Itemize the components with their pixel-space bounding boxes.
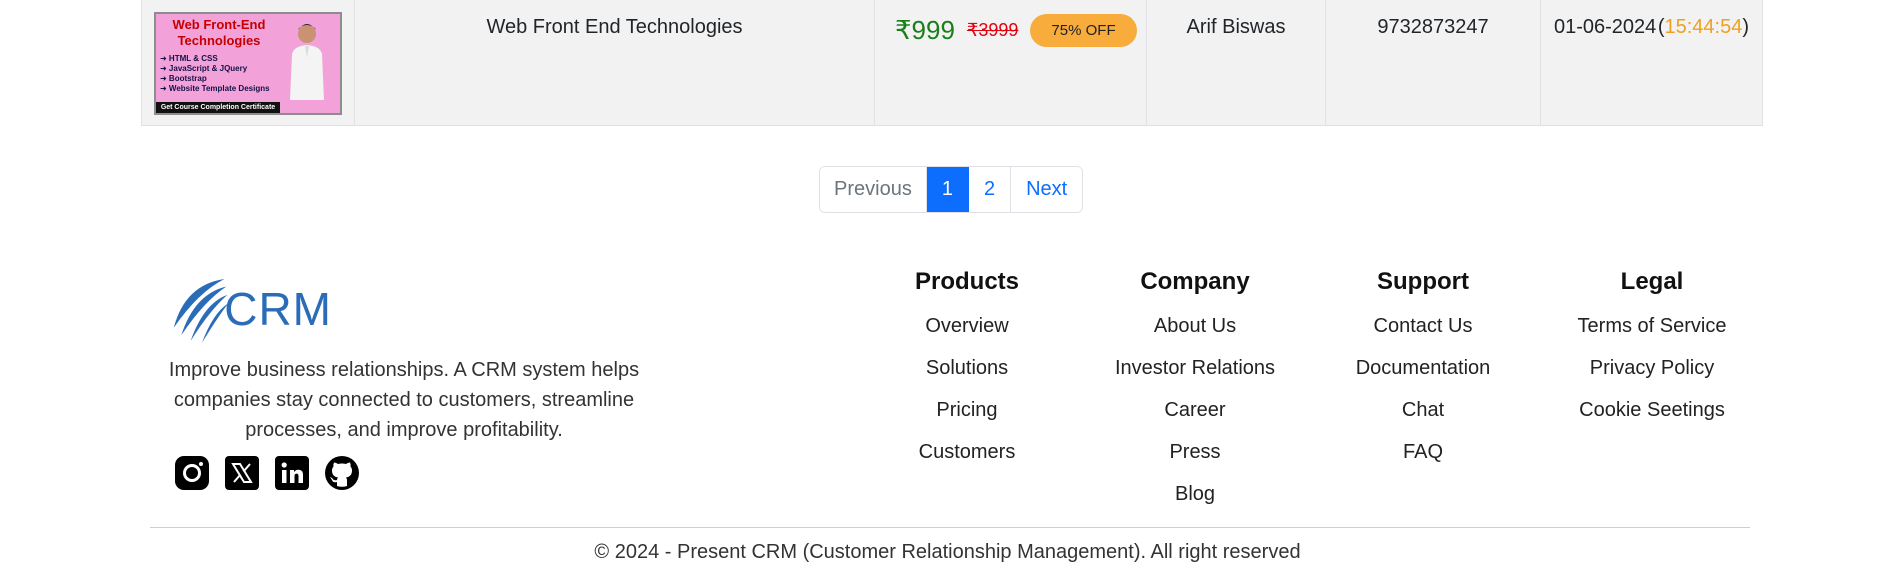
page-2-button[interactable]: 2 xyxy=(968,167,1012,212)
footer-link-contact-us[interactable]: Contact Us xyxy=(1308,305,1538,347)
thumbnail-topic: ➜ Bootstrap xyxy=(160,74,207,83)
customer-name: Arif Biswas xyxy=(1147,0,1326,125)
footer-link-customers[interactable]: Customers xyxy=(852,431,1082,473)
time-open-paren: ( xyxy=(1657,16,1665,38)
instructor-photo xyxy=(290,24,324,100)
thumbnail-topic: ➜ HTML & CSS xyxy=(160,54,218,63)
footer-heading: Products xyxy=(914,268,1019,295)
footer-link-terms-of-service[interactable]: Terms of Service xyxy=(1537,305,1767,347)
footer-link-overview[interactable]: Overview xyxy=(852,305,1082,347)
order-datetime: 01-06-2024 (15:44:54) xyxy=(1541,0,1762,125)
original-price: ₹3999 xyxy=(966,20,1019,40)
social-links xyxy=(174,455,360,491)
logo-text: CRM xyxy=(224,283,332,335)
footer-about-text: Improve business relationships. A CRM sy… xyxy=(168,359,640,441)
order-time: 15:44:54 xyxy=(1664,16,1743,38)
thumbnail-topic: ➜ JavaScript & JQuery xyxy=(160,64,248,73)
thumbnail-topic-list: ➜ HTML & CSS ➜ JavaScript & JQuery ➜ Boo… xyxy=(160,54,270,94)
next-page-button[interactable]: Next xyxy=(1011,167,1083,212)
footer-link-career[interactable]: Career xyxy=(1080,389,1310,431)
copyright-text: © 2024 - Present CRM (Customer Relations… xyxy=(594,541,1301,563)
footer-brand: CRM xyxy=(170,272,332,346)
thumbnail-cell: Web Front-End Technologies ➜ HTML & CSS … xyxy=(142,0,355,125)
footer-link-blog[interactable]: Blog xyxy=(1080,473,1310,515)
thumbnail-topic: ➜ Website Template Designs xyxy=(160,84,270,93)
footer-link-press[interactable]: Press xyxy=(1080,431,1310,473)
footer-column-legal: Legal Terms of Service Privacy Policy Co… xyxy=(1537,267,1767,431)
github-icon[interactable] xyxy=(324,455,360,491)
course-thumbnail: Web Front-End Technologies ➜ HTML & CSS … xyxy=(154,12,342,115)
crm-logo[interactable]: CRM xyxy=(170,272,332,346)
footer-link-cookie-settings[interactable]: Cookie Seetings xyxy=(1537,389,1767,431)
footer-link-about-us[interactable]: About Us xyxy=(1080,305,1310,347)
linkedin-icon[interactable] xyxy=(274,455,310,491)
price-cell: ₹999 ₹3999 75% OFF xyxy=(875,0,1147,125)
previous-page-button[interactable]: Previous xyxy=(820,167,927,212)
customer-phone: 9732873247 xyxy=(1326,0,1541,125)
page-1-button[interactable]: 1 xyxy=(926,167,969,212)
footer-link-privacy-policy[interactable]: Privacy Policy xyxy=(1537,347,1767,389)
thumbnail-title: Web Front-End Technologies xyxy=(172,17,266,48)
footer-column-support: Support Contact Us Documentation Chat FA… xyxy=(1308,267,1538,473)
order-date: 01-06-2024 xyxy=(1553,16,1657,38)
time-close-paren: ) xyxy=(1742,16,1750,38)
footer-heading: Support xyxy=(1377,268,1469,295)
footer-heading: Legal xyxy=(1620,268,1684,295)
footer-link-chat[interactable]: Chat xyxy=(1308,389,1538,431)
footer-link-investor-relations[interactable]: Investor Relations xyxy=(1080,347,1310,389)
pagination: Previous 1 2 Next xyxy=(819,166,1084,213)
discount-badge: 75% OFF xyxy=(1030,14,1137,47)
course-title: Web Front End Technologies xyxy=(355,0,875,125)
footer-link-pricing[interactable]: Pricing xyxy=(852,389,1082,431)
footer-column-company: Company About Us Investor Relations Care… xyxy=(1080,267,1310,515)
x-icon[interactable] xyxy=(224,455,260,491)
footer-column-products: Products Overview Solutions Pricing Cust… xyxy=(852,267,1082,473)
instagram-icon[interactable] xyxy=(174,455,210,491)
crm-swoosh-icon xyxy=(173,278,229,343)
footer-heading: Company xyxy=(1140,268,1250,295)
current-price: ₹999 xyxy=(895,15,955,45)
footer-divider xyxy=(150,527,1750,528)
footer-link-faq[interactable]: FAQ xyxy=(1308,431,1538,473)
footer-link-documentation[interactable]: Documentation xyxy=(1308,347,1538,389)
footer-link-solutions[interactable]: Solutions xyxy=(852,347,1082,389)
certificate-banner: Get Course Completion Certificate xyxy=(156,102,280,113)
order-table-row: Web Front-End Technologies ➜ HTML & CSS … xyxy=(141,0,1763,126)
